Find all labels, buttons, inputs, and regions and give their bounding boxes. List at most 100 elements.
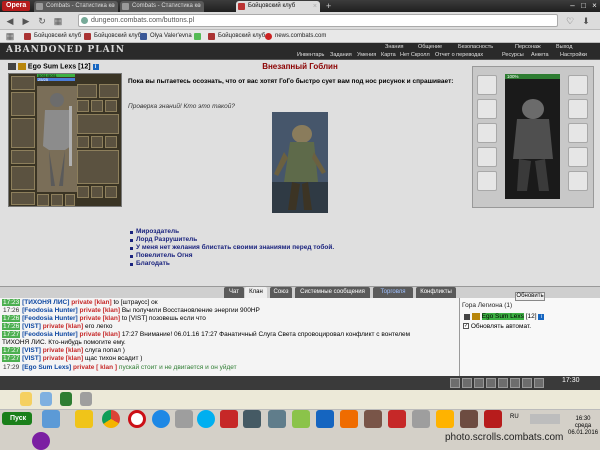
nav-communication[interactable]: Общение bbox=[418, 44, 442, 50]
internet-explorer-icon[interactable] bbox=[152, 410, 170, 428]
language-indicator[interactable]: RU bbox=[510, 414, 519, 420]
belt-slot[interactable] bbox=[11, 150, 35, 164]
helmet-slot[interactable] bbox=[11, 76, 35, 90]
scroll-slot[interactable] bbox=[77, 136, 89, 148]
app-icon[interactable] bbox=[484, 410, 502, 428]
nav-resources[interactable]: Ресурсы bbox=[502, 52, 524, 58]
app-icon[interactable] bbox=[436, 410, 454, 428]
nav-knowledge[interactable]: Знания bbox=[385, 44, 404, 50]
character-name[interactable]: Ego Sum Lexs bbox=[28, 63, 76, 70]
app-icon[interactable] bbox=[460, 410, 478, 428]
ring-slot[interactable] bbox=[105, 100, 117, 112]
app-icon[interactable] bbox=[268, 410, 286, 428]
bookmark-item[interactable]: Бойцовский клуб bbox=[208, 31, 265, 42]
bookmark-item[interactable]: Бойцовский клуб bbox=[84, 31, 141, 42]
weapon-slot[interactable] bbox=[11, 92, 35, 116]
site-info-icon[interactable] bbox=[81, 17, 88, 24]
app-icon[interactable] bbox=[316, 410, 334, 428]
gloves-slot[interactable] bbox=[11, 166, 35, 190]
nav-character[interactable]: Персонаж bbox=[515, 44, 541, 50]
refresh-button[interactable]: Обновить bbox=[515, 292, 545, 301]
opera-menu-button[interactable]: Opera bbox=[2, 1, 31, 11]
answer-option[interactable]: Благодать bbox=[130, 260, 460, 268]
folder-icon[interactable] bbox=[20, 392, 32, 406]
pocket-slot[interactable] bbox=[51, 194, 63, 206]
skype-icon[interactable] bbox=[197, 410, 215, 428]
app-icon[interactable] bbox=[388, 410, 406, 428]
nav-quests[interactable]: Задания bbox=[330, 52, 352, 58]
nav-security[interactable]: Безопасность bbox=[458, 44, 493, 50]
armor-slot[interactable] bbox=[11, 118, 35, 148]
second-weapon-slot[interactable] bbox=[77, 150, 119, 184]
bookmark-item[interactable]: news.combats.com bbox=[265, 31, 326, 42]
new-tab-button[interactable]: + bbox=[326, 2, 335, 11]
back-icon[interactable]: ◀ bbox=[4, 15, 16, 27]
rune-slot[interactable] bbox=[105, 186, 117, 198]
vlc-icon[interactable] bbox=[340, 410, 358, 428]
close-window-icon[interactable]: × bbox=[590, 1, 599, 10]
tab-close-icon[interactable]: × bbox=[313, 1, 317, 12]
nav-exit[interactable]: Выход bbox=[556, 44, 572, 50]
chrome-icon[interactable] bbox=[102, 410, 120, 428]
answer-option[interactable]: У меня нет желания блистать своими знани… bbox=[130, 244, 460, 252]
auto-refresh-checkbox[interactable]: ✓ Обновлять автомат. bbox=[463, 323, 531, 330]
pocket-slot[interactable] bbox=[37, 194, 49, 206]
scroll-slot[interactable] bbox=[91, 136, 103, 148]
tab-close-icon[interactable]: × bbox=[197, 1, 201, 12]
bookmark-item[interactable]: Бойцовский клуб bbox=[24, 31, 81, 42]
nav-profile[interactable]: Анкета bbox=[531, 52, 549, 58]
rune-slot[interactable] bbox=[91, 186, 103, 198]
browser-tab-3-active[interactable]: Бойцовский клуб × bbox=[236, 1, 320, 12]
app-icon[interactable] bbox=[412, 410, 430, 428]
url-field[interactable]: dungeon.combats.com/buttons.pl bbox=[78, 14, 558, 27]
app-icon[interactable] bbox=[175, 410, 193, 428]
amulet-slot[interactable] bbox=[99, 84, 119, 98]
bookmarks-grid-icon[interactable]: ▦ bbox=[4, 30, 16, 42]
scroll-slot[interactable] bbox=[105, 136, 117, 148]
earring-slot[interactable] bbox=[77, 84, 97, 98]
online-user-name[interactable]: Ego Sum Lexs bbox=[481, 313, 524, 321]
bookmark-heart-icon[interactable]: ♡ bbox=[564, 15, 576, 27]
boots-slot[interactable] bbox=[11, 192, 35, 205]
ring-slot[interactable] bbox=[77, 100, 89, 112]
shield-slot[interactable] bbox=[77, 114, 119, 134]
tab-trade[interactable]: Торговля bbox=[373, 287, 413, 298]
settings-button[interactable] bbox=[510, 378, 520, 388]
translit-button[interactable] bbox=[486, 378, 496, 388]
browser-tab-2[interactable]: Combats - Статистика ко × bbox=[120, 1, 204, 12]
nav-map[interactable]: Карта bbox=[381, 52, 396, 58]
private-icon[interactable] bbox=[464, 313, 470, 320]
nav-skills[interactable]: Умения bbox=[357, 52, 376, 58]
online-user-row[interactable]: Ego Sum Lexs [12] i bbox=[464, 313, 545, 321]
app-icon[interactable] bbox=[364, 410, 382, 428]
clear-button[interactable] bbox=[462, 378, 472, 388]
tab-chat[interactable]: Чат bbox=[224, 287, 244, 298]
sound-button[interactable] bbox=[498, 378, 508, 388]
rune-slot[interactable] bbox=[77, 186, 89, 198]
character-avatar[interactable] bbox=[37, 86, 77, 192]
filter-button[interactable] bbox=[474, 378, 484, 388]
app-icon[interactable] bbox=[220, 410, 238, 428]
nav-no-scroll[interactable]: Нет Скролл bbox=[400, 52, 430, 58]
info-icon[interactable]: i bbox=[92, 63, 99, 70]
download-icon[interactable]: ⬇ bbox=[580, 15, 592, 27]
pocket-slot[interactable] bbox=[65, 194, 75, 206]
forward-icon[interactable]: ▶ bbox=[20, 15, 32, 27]
app-icon[interactable] bbox=[40, 392, 52, 406]
minimize-icon[interactable]: – bbox=[568, 1, 577, 10]
maximize-icon[interactable]: □ bbox=[579, 1, 588, 10]
tab-conflicts[interactable]: Конфликты bbox=[416, 287, 456, 298]
checkbox-icon[interactable]: ✓ bbox=[463, 323, 469, 330]
tab-close-icon[interactable]: × bbox=[111, 1, 115, 12]
desktop-icon[interactable] bbox=[42, 410, 60, 428]
tab-union[interactable]: Союз bbox=[270, 287, 292, 298]
bookmark-item[interactable] bbox=[194, 31, 204, 42]
app-icon[interactable] bbox=[60, 392, 72, 406]
nav-inventory[interactable]: Инвентарь bbox=[297, 52, 324, 58]
viber-icon[interactable] bbox=[32, 432, 50, 450]
smiley-button[interactable] bbox=[450, 378, 460, 388]
nav-transfer-report[interactable]: Отчет о переводах bbox=[435, 52, 483, 58]
browser-tab-1[interactable]: Combats - Статистика ко × bbox=[34, 1, 118, 12]
explorer-folder-icon[interactable] bbox=[75, 410, 93, 428]
answer-option[interactable]: Лорд Разрушитель bbox=[130, 236, 460, 244]
